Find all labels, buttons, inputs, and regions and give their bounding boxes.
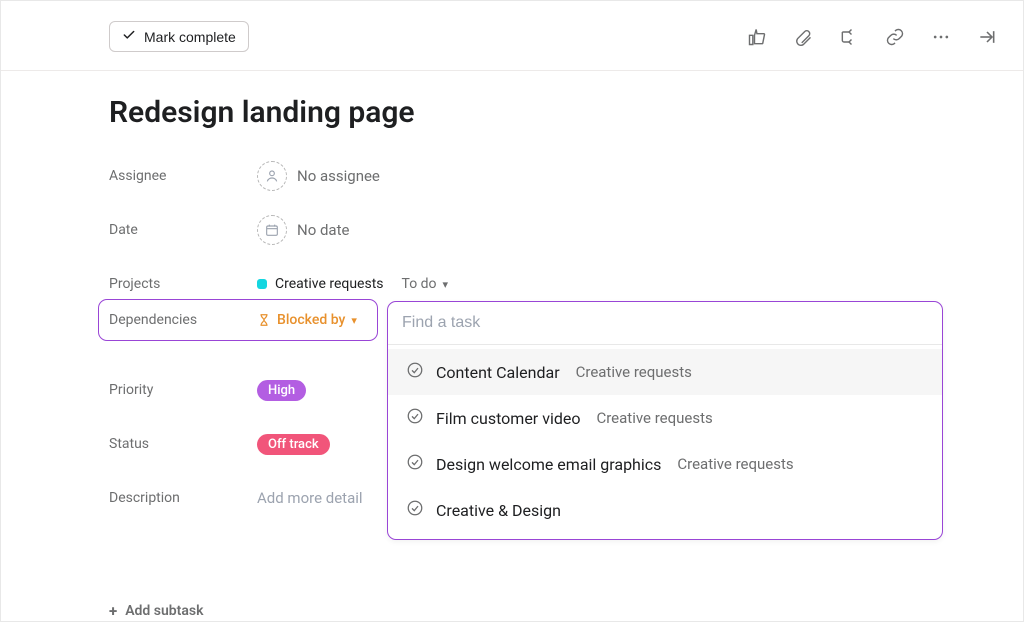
task-search-input[interactable] [388,302,942,345]
link-icon[interactable] [885,27,905,47]
project-color-dot [257,279,267,289]
task-picker-item-title: Design welcome email graphics [436,455,661,474]
task-picker-item-title: Creative & Design [436,501,561,520]
add-subtask-label: Add subtask [125,603,203,619]
status-label: Status [109,436,257,452]
hourglass-icon [257,313,271,327]
task-picker-item-project: Creative requests [677,455,793,473]
mark-complete-button[interactable]: Mark complete [109,21,249,52]
blocked-by-label: Blocked by [277,312,345,328]
task-picker-item-project: Creative requests [596,409,712,427]
dependencies-label: Dependencies [109,312,257,328]
date-value[interactable]: No date [257,215,349,245]
description-label: Description [109,490,257,506]
plus-icon: + [109,602,117,620]
chevron-down-icon: ▾ [351,314,357,327]
date-label: Date [109,222,257,238]
attachment-icon[interactable] [793,27,813,47]
add-subtask-button[interactable]: + Add subtask [109,602,997,620]
check-icon [122,28,136,45]
date-text: No date [297,221,349,239]
check-circle-icon [406,407,424,429]
check-circle-icon [406,499,424,521]
more-icon[interactable] [931,27,951,47]
project-name: Creative requests [275,276,384,292]
status-pill[interactable]: Off track [257,434,330,455]
projects-label: Projects [109,276,257,292]
project-chip[interactable]: Creative requests [257,276,384,292]
dependencies-field: Dependencies Blocked by ▾ [98,299,378,341]
chevron-down-icon: ▾ [443,278,449,291]
header-actions [747,27,997,47]
mark-complete-label: Mark complete [144,29,236,45]
task-picker-item-title: Film customer video [436,409,580,428]
priority-label: Priority [109,382,257,398]
project-section-label: To do [402,276,437,292]
check-circle-icon [406,453,424,475]
priority-pill[interactable]: High [257,380,306,401]
subtask-icon[interactable] [839,27,859,47]
assignee-label: Assignee [109,168,257,184]
assignee-text: No assignee [297,167,380,185]
task-picker-item[interactable]: Content Calendar Creative requests [388,349,942,395]
task-picker-item-title: Content Calendar [436,363,560,382]
task-picker-item[interactable]: Creative & Design [388,487,942,533]
assignee-value[interactable]: No assignee [257,161,380,191]
dependency-task-picker: Content CalendarCreative requestsFilm cu… [387,301,943,540]
task-picker-item[interactable]: Design welcome email graphics Creative re… [388,441,942,487]
calendar-icon [257,215,287,245]
project-section-dropdown[interactable]: To do ▾ [402,276,449,292]
like-icon[interactable] [747,27,767,47]
check-circle-icon [406,361,424,383]
task-picker-list: Content CalendarCreative requestsFilm cu… [388,345,942,539]
task-title[interactable]: Redesign landing page [109,95,997,130]
task-picker-item-project: Creative requests [576,363,692,381]
collapse-panel-icon[interactable] [977,27,997,47]
person-icon [257,161,287,191]
description-placeholder[interactable]: Add more detail [257,489,363,507]
task-picker-item[interactable]: Film customer video Creative requests [388,395,942,441]
blocked-by-dropdown[interactable]: Blocked by ▾ [257,312,357,328]
